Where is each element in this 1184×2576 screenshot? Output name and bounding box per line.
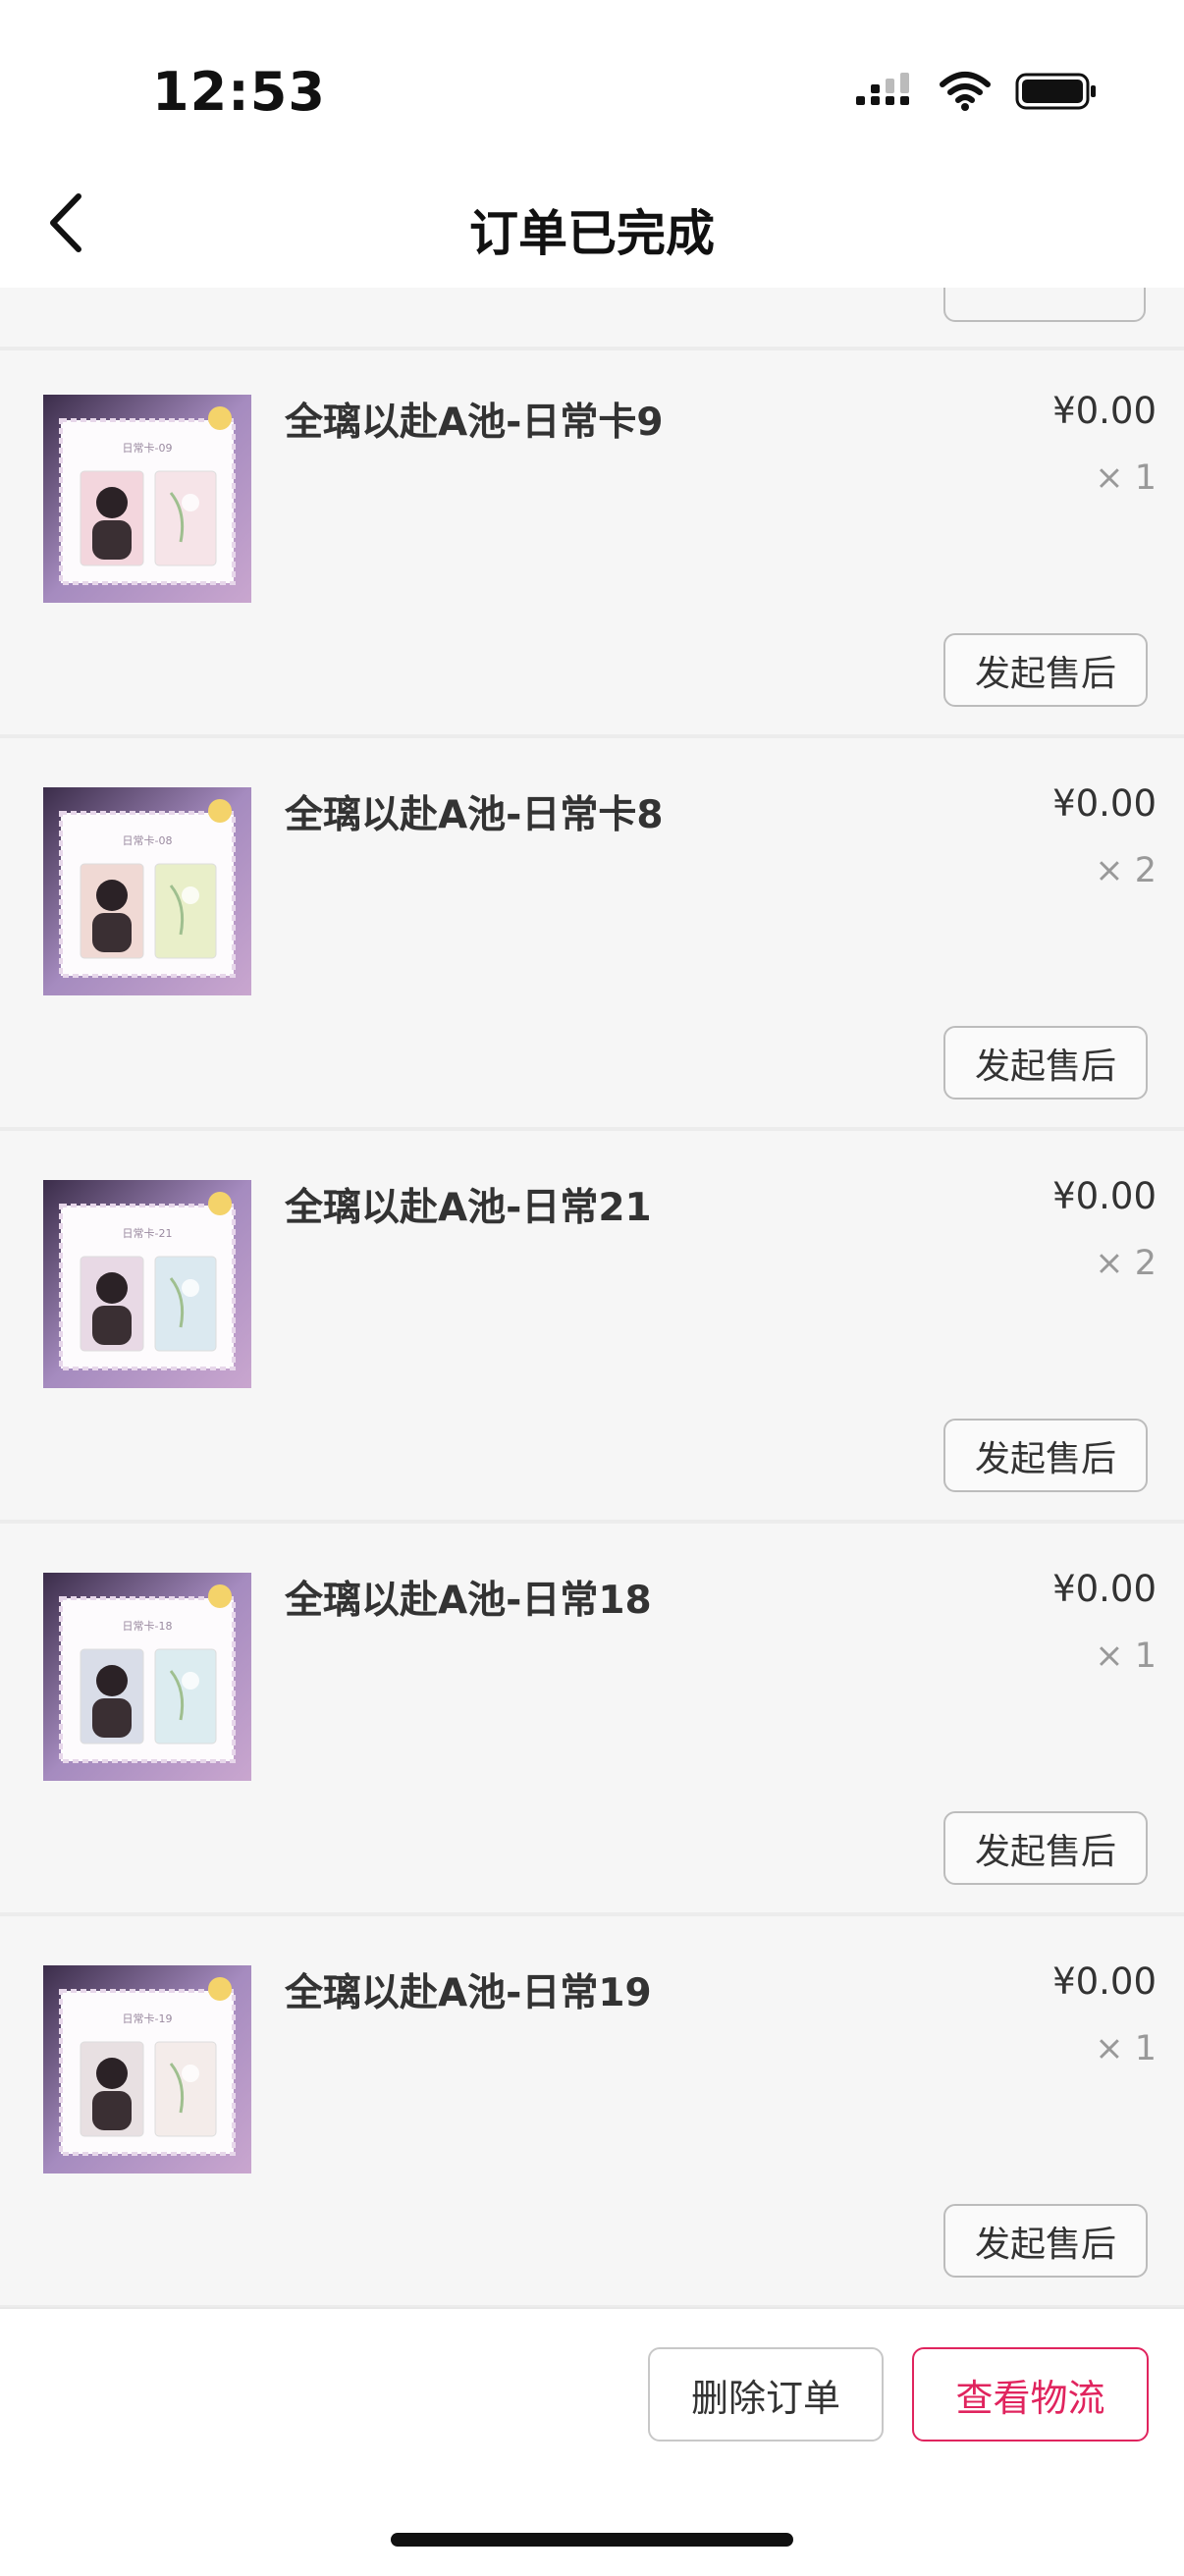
item-price: ¥0.00: [1052, 1175, 1157, 1217]
battery-icon: [1015, 73, 1096, 110]
order-item[interactable]: 日常卡-08 全璃以赴A池-日常卡8 ¥0.00 × 2 发起售后: [0, 743, 1184, 1131]
item-price: ¥0.00: [1052, 1960, 1157, 2003]
partial-order-item: [0, 288, 1184, 350]
thumbnail-label: 日常卡-08: [123, 834, 173, 847]
delete-order-button[interactable]: 删除订单: [648, 2347, 884, 2442]
item-quantity: × 2: [1095, 1244, 1157, 1283]
item-quantity: × 1: [1095, 2029, 1157, 2068]
product-thumbnail[interactable]: 日常卡-21: [43, 1180, 251, 1388]
product-thumbnail[interactable]: 日常卡-18: [43, 1573, 251, 1781]
bottom-action-bar: 删除订单 查看物流: [0, 2307, 1184, 2576]
home-indicator: [391, 2533, 793, 2547]
view-logistics-button[interactable]: 查看物流: [912, 2347, 1149, 2442]
item-title: 全璃以赴A池-日常19: [285, 1971, 652, 2015]
nav-bar: 订单已完成: [0, 157, 1184, 288]
product-thumbnail[interactable]: 日常卡-09: [43, 395, 251, 603]
order-item[interactable]: 日常卡-19 全璃以赴A池-日常19 ¥0.00 × 1 发起售后: [0, 1921, 1184, 2307]
after-sale-button[interactable]: 发起售后: [943, 1419, 1148, 1492]
after-sale-button-partial[interactable]: [943, 288, 1146, 322]
order-item[interactable]: 日常卡-21 全璃以赴A池-日常21 ¥0.00 × 2 发起售后: [0, 1136, 1184, 1524]
thumbnail-label: 日常卡-21: [123, 1227, 173, 1240]
item-price: ¥0.00: [1052, 782, 1157, 825]
wifi-icon: [940, 72, 991, 111]
thumbnail-label: 日常卡-18: [123, 1620, 173, 1633]
after-sale-button[interactable]: 发起售后: [943, 1026, 1148, 1100]
item-quantity: × 1: [1095, 1637, 1157, 1676]
item-title: 全璃以赴A池-日常18: [285, 1579, 652, 1623]
product-thumbnail[interactable]: 日常卡-19: [43, 1965, 251, 2174]
after-sale-button[interactable]: 发起售后: [943, 1811, 1148, 1885]
status-time: 12:53: [152, 61, 326, 123]
product-thumbnail[interactable]: 日常卡-08: [43, 787, 251, 995]
thumbnail-label: 日常卡-19: [123, 2012, 173, 2025]
item-price: ¥0.00: [1052, 1568, 1157, 1610]
after-sale-button[interactable]: 发起售后: [943, 2204, 1148, 2278]
item-quantity: × 2: [1095, 851, 1157, 890]
order-item[interactable]: 日常卡-18 全璃以赴A池-日常18 ¥0.00 × 1 发起售后: [0, 1529, 1184, 1916]
item-price: ¥0.00: [1052, 390, 1157, 432]
order-item-list: 日常卡-09 全璃以赴A池-日常卡9 ¥0.00 × 1 发起售后 日常卡-08…: [0, 288, 1184, 2307]
page-title: 订单已完成: [469, 205, 715, 262]
signal-icon: [856, 73, 909, 105]
status-icons: [854, 71, 1098, 112]
item-title: 全璃以赴A池-日常21: [285, 1186, 652, 1230]
status-bar: 12:53: [0, 0, 1184, 157]
item-title: 全璃以赴A池-日常卡8: [285, 793, 664, 837]
item-title: 全璃以赴A池-日常卡9: [285, 401, 664, 445]
item-quantity: × 1: [1095, 458, 1157, 498]
after-sale-button[interactable]: 发起售后: [943, 633, 1148, 707]
thumbnail-label: 日常卡-09: [123, 442, 173, 455]
order-item[interactable]: 日常卡-09 全璃以赴A池-日常卡9 ¥0.00 × 1 发起售后: [0, 350, 1184, 738]
